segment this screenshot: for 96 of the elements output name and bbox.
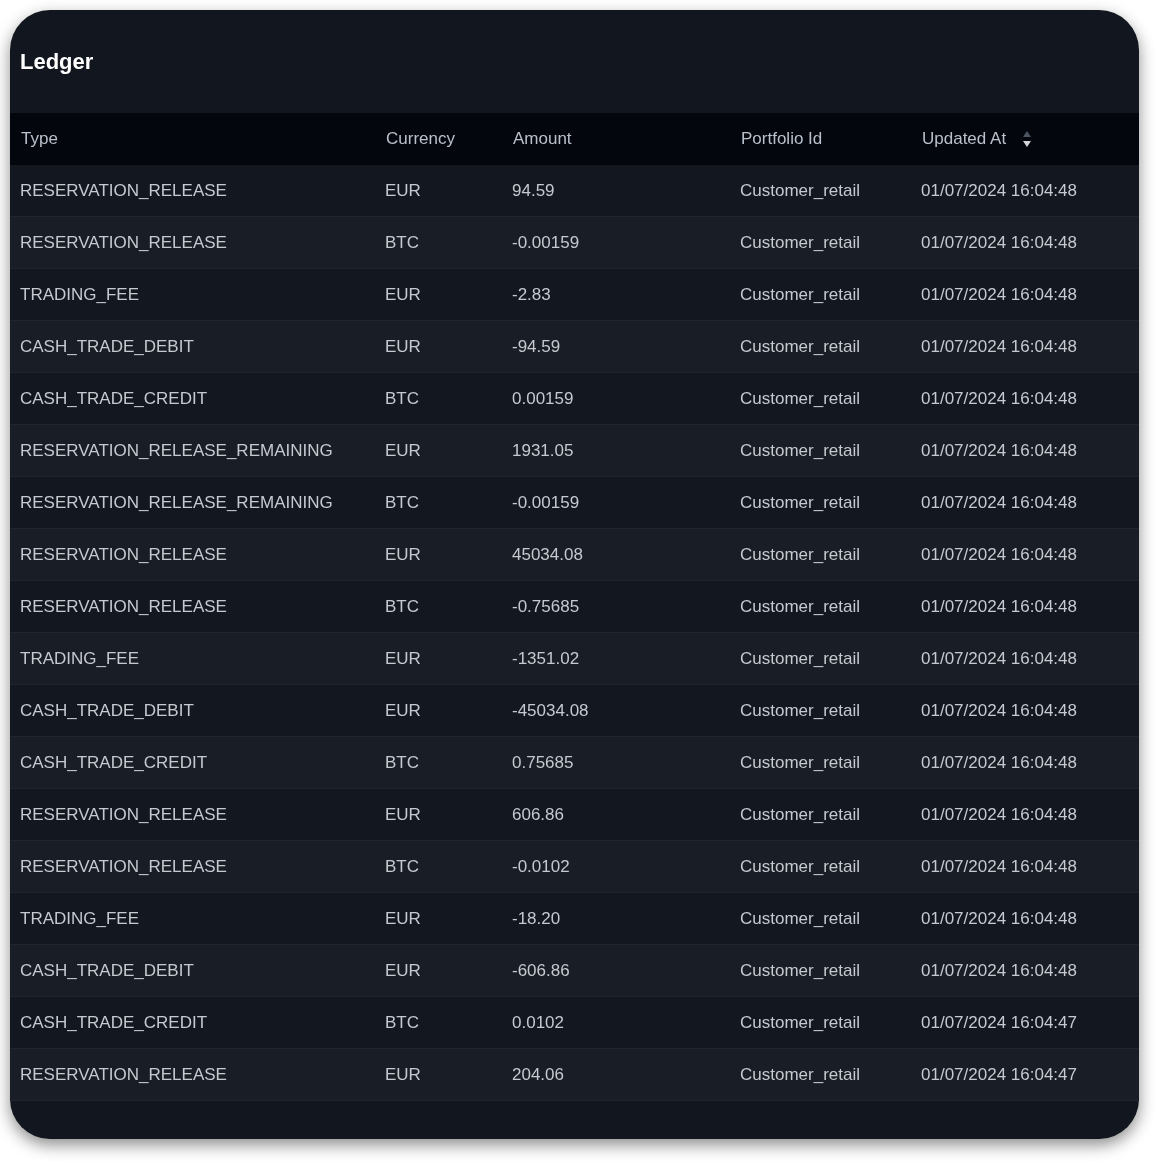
table-cell-text: 01/07/2024 16:04:48: [921, 907, 1078, 930]
table-cell-text: Customer_retail: [740, 1063, 861, 1086]
table-cell-text: 01/07/2024 16:04:48: [921, 959, 1078, 982]
table-cell-text: 01/07/2024 16:04:48: [921, 803, 1078, 826]
table-cell-text: EUR: [385, 907, 422, 930]
table-cell-text: 45034.08: [512, 543, 584, 566]
table-cell-text: EUR: [385, 439, 422, 462]
table-cell-text: Customer_retail: [740, 387, 861, 410]
table-cell-text: 0.0102: [512, 1011, 565, 1034]
table-cell-text: 01/07/2024 16:04:48: [921, 179, 1078, 202]
table-cell-text: RESERVATION_RELEASE_REMAINING: [20, 439, 334, 462]
table-cell-text: Customer_retail: [740, 907, 861, 930]
table-cell-text: 01/07/2024 16:04:47: [921, 1063, 1078, 1086]
table-cell-text: 01/07/2024 16:04:48: [921, 855, 1078, 878]
table-cell-text: Customer_retail: [740, 179, 861, 202]
table-cell-text: RESERVATION_RELEASE: [20, 855, 228, 878]
table-cell-text: Customer_retail: [740, 647, 861, 670]
table-cell-text: EUR: [385, 1063, 422, 1086]
table-cell-text: 606.86: [512, 803, 565, 826]
table-cell-text: EUR: [385, 179, 422, 202]
table-cell-text: TRADING_FEE: [20, 283, 141, 306]
column-header[interactable]: Updated At: [922, 126, 1007, 152]
table-cell-text: BTC: [385, 491, 420, 514]
column-header[interactable]: Type: [21, 126, 58, 152]
table-cell-text: 01/07/2024 16:04:48: [921, 387, 1078, 410]
table-cell-text: 0.75685: [512, 751, 575, 774]
table-cell-text: RESERVATION_RELEASE: [20, 1063, 228, 1086]
table-cell-text: Customer_retail: [740, 855, 861, 878]
table-cell-text: -45034.08: [512, 699, 590, 722]
table-cell-text: -0.00159: [512, 231, 581, 254]
table-cell-text: Customer_retail: [740, 699, 861, 722]
panel-title: Ledger: [20, 47, 94, 76]
table-cell-text: EUR: [385, 803, 422, 826]
table-cell-text: EUR: [385, 543, 422, 566]
table-cell-text: TRADING_FEE: [20, 907, 141, 930]
table-cell-text: Customer_retail: [740, 803, 861, 826]
table-cell-text: 01/07/2024 16:04:47: [921, 1011, 1078, 1034]
table-cell-text: Customer_retail: [740, 543, 861, 566]
column-header[interactable]: Portfolio Id: [741, 126, 823, 152]
table-cell-text: RESERVATION_RELEASE_REMAINING: [20, 491, 334, 514]
table-cell-text: BTC: [385, 387, 420, 410]
table-cell-text: 01/07/2024 16:04:48: [921, 335, 1078, 358]
table-cell-text: CASH_TRADE_CREDIT: [20, 1011, 209, 1034]
table-cell-text: Customer_retail: [740, 491, 861, 514]
table-cell-text: -0.0102: [512, 855, 571, 878]
table-cell-text: -94.59: [512, 335, 562, 358]
table-cell-text: BTC: [385, 855, 420, 878]
table-cell-text: Customer_retail: [740, 959, 861, 982]
table-cell-text: -18.20: [512, 907, 562, 930]
table-cell-text: 01/07/2024 16:04:48: [921, 595, 1078, 618]
table-cell-text: EUR: [385, 335, 422, 358]
table-cell-text: 01/07/2024 16:04:48: [921, 751, 1078, 774]
table-cell-text: 01/07/2024 16:04:48: [921, 543, 1078, 566]
table-cell-text: CASH_TRADE_DEBIT: [20, 959, 195, 982]
table-cell-text: RESERVATION_RELEASE: [20, 179, 228, 202]
table-cell-text: 1931.05: [512, 439, 575, 462]
table-cell-text: 01/07/2024 16:04:48: [921, 439, 1078, 462]
table-cell-text: RESERVATION_RELEASE: [20, 803, 228, 826]
table-cell-text: Customer_retail: [740, 439, 861, 462]
table-cell-text: Customer_retail: [740, 595, 861, 618]
table-cell-text: RESERVATION_RELEASE: [20, 231, 228, 254]
table-cell-text: 204.06: [512, 1063, 565, 1086]
table-cell-text: Customer_retail: [740, 335, 861, 358]
table-cell-text: Customer_retail: [740, 751, 861, 774]
table-cell-text: 01/07/2024 16:04:48: [921, 699, 1078, 722]
table-cell-text: 0.00159: [512, 387, 575, 410]
table-cell-text: BTC: [385, 231, 420, 254]
table-cell-text: CASH_TRADE_DEBIT: [20, 335, 195, 358]
table-cell-text: BTC: [385, 1011, 420, 1034]
table-cell-text: BTC: [385, 595, 420, 618]
table-cell-text: -0.75685: [512, 595, 581, 618]
table-cell-text: -0.00159: [512, 491, 581, 514]
table-cell-text: 01/07/2024 16:04:48: [921, 491, 1078, 514]
column-header[interactable]: Currency: [386, 126, 455, 152]
table-cell-text: CASH_TRADE_CREDIT: [20, 751, 209, 774]
table-cell-text: TRADING_FEE: [20, 647, 141, 670]
table-cell-text: CASH_TRADE_DEBIT: [20, 699, 195, 722]
table-cell-text: -606.86: [512, 959, 571, 982]
table-cell-text: BTC: [385, 751, 420, 774]
table-cell-text: CASH_TRADE_CREDIT: [20, 387, 209, 410]
table-cell-text: -2.83: [512, 283, 552, 306]
table-cell-text: EUR: [385, 283, 422, 306]
column-header[interactable]: Amount: [513, 126, 572, 152]
table-cell-text: 01/07/2024 16:04:48: [921, 647, 1078, 670]
table-cell-text: RESERVATION_RELEASE: [20, 543, 228, 566]
table-cell-text: 01/07/2024 16:04:48: [921, 231, 1078, 254]
table-cell-text: Customer_retail: [740, 231, 861, 254]
table-cell-text: EUR: [385, 959, 422, 982]
table-cell-text: RESERVATION_RELEASE: [20, 595, 228, 618]
table-cell-text: Customer_retail: [740, 1011, 861, 1034]
table-cell-text: EUR: [385, 699, 422, 722]
table-cell-text: Customer_retail: [740, 283, 861, 306]
table-cell-text: 94.59: [512, 179, 556, 202]
table-cell-text: 01/07/2024 16:04:48: [921, 283, 1078, 306]
table-cell-text: EUR: [385, 647, 422, 670]
table-cell-text: -1351.02: [512, 647, 581, 670]
